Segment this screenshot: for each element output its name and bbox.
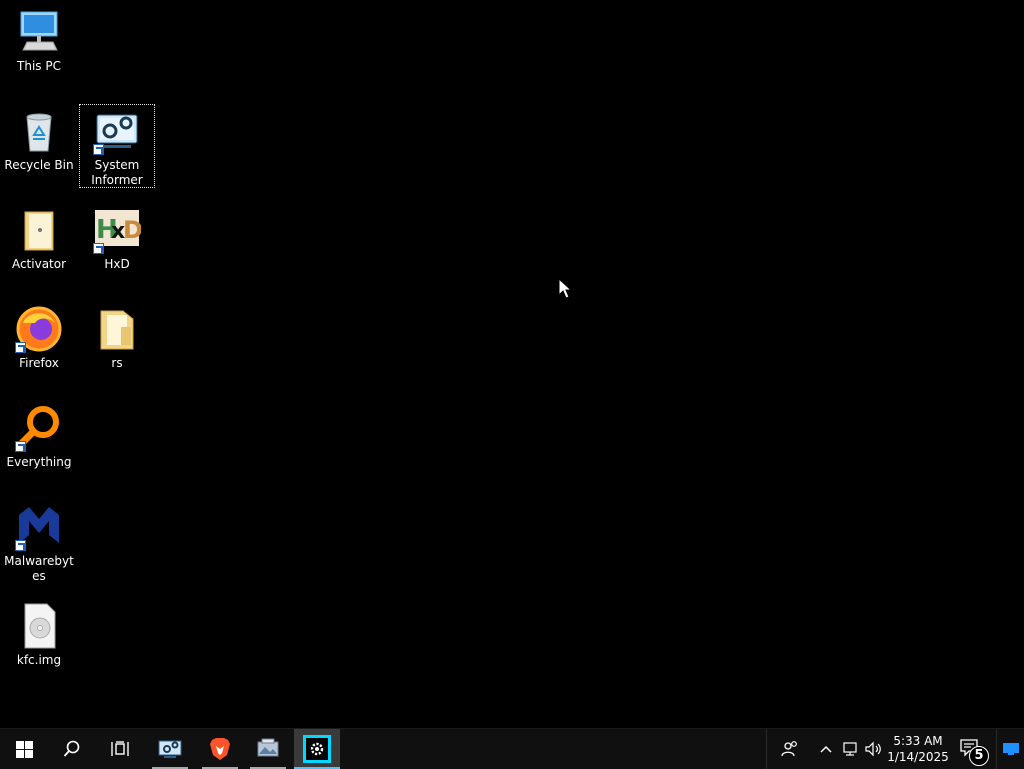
desktop-icon-system-informer[interactable]: System Informer xyxy=(79,104,155,188)
volume-icon xyxy=(865,741,881,757)
desktop[interactable]: This PC Recycle Bin System Informer Acti… xyxy=(0,0,1024,728)
volume-button[interactable] xyxy=(862,729,886,769)
clock-date: 1/14/2025 xyxy=(887,750,949,764)
disc-image-icon xyxy=(15,602,63,650)
desktop-icon-firefox[interactable]: Firefox xyxy=(1,305,77,371)
search-button[interactable] xyxy=(48,729,96,769)
settings-gear-icon xyxy=(303,735,331,763)
shortcut-arrow-icon xyxy=(15,342,26,353)
clock-time: 5:33 AM xyxy=(893,734,943,748)
desktop-icon-rs[interactable]: rs xyxy=(79,305,155,371)
folder-icon xyxy=(93,305,141,353)
start-button[interactable] xyxy=(0,729,48,769)
search-icon xyxy=(63,740,80,757)
show-desktop-icon xyxy=(1003,743,1019,755)
taskbar-app-screenshot-tool[interactable] xyxy=(246,729,290,769)
windows-start-icon xyxy=(15,740,33,758)
taskbar-app-settings[interactable] xyxy=(294,729,340,769)
computer-icon xyxy=(15,8,63,56)
people-icon xyxy=(781,741,797,757)
desktop-icon-this-pc[interactable]: This PC xyxy=(1,8,77,74)
desktop-icon-recycle-bin[interactable]: Recycle Bin xyxy=(1,107,77,173)
screenshot-tool-icon xyxy=(257,738,279,757)
recycle-bin-icon xyxy=(15,107,63,155)
desktop-icon-label: rs xyxy=(111,356,123,370)
task-view-icon xyxy=(111,741,129,756)
clock-button[interactable]: 5:33 AM 1/14/2025 xyxy=(886,729,950,769)
desktop-icon-label: Firefox xyxy=(19,356,59,370)
network-button[interactable] xyxy=(838,729,862,769)
hxd-icon: H x D xyxy=(93,206,143,254)
everything-icon xyxy=(15,404,63,452)
taskbar: 5:33 AM 1/14/2025 5 xyxy=(0,728,1024,769)
desktop-icon-label: System Informer xyxy=(91,158,143,187)
taskbar-app-brave[interactable] xyxy=(198,729,242,769)
network-icon xyxy=(843,742,857,756)
system-informer-icon xyxy=(93,107,141,155)
show-hidden-icons-button[interactable] xyxy=(814,729,838,769)
mouse-cursor-icon xyxy=(558,278,572,299)
desktop-icon-label: Everything xyxy=(6,455,72,469)
desktop-icon-label: This PC xyxy=(17,59,61,73)
shortcut-arrow-icon xyxy=(15,441,26,452)
desktop-icon-kfc-img[interactable]: kfc.img xyxy=(1,602,77,668)
desktop-icon-label: Recycle Bin xyxy=(4,158,74,172)
notification-count-badge: 5 xyxy=(969,746,989,766)
shortcut-arrow-icon xyxy=(15,540,26,551)
folder-icon xyxy=(15,206,63,254)
brave-icon xyxy=(210,738,230,760)
task-view-button[interactable] xyxy=(96,729,144,769)
show-desktop-button[interactable] xyxy=(996,729,1024,769)
svg-text:D: D xyxy=(123,216,141,244)
shortcut-arrow-icon xyxy=(93,144,104,155)
desktop-icon-malwarebytes[interactable]: Malwarebytes xyxy=(1,503,77,584)
chevron-up-icon xyxy=(820,745,832,753)
desktop-icon-hxd[interactable]: H x D HxD xyxy=(79,206,155,272)
desktop-icon-everything[interactable]: Everything xyxy=(1,404,77,470)
desktop-icon-activator[interactable]: Activator xyxy=(1,206,77,272)
malwarebytes-icon xyxy=(15,503,63,551)
shortcut-arrow-icon xyxy=(93,243,104,254)
notification-center-button[interactable]: 5 xyxy=(952,729,992,769)
firefox-icon xyxy=(15,305,63,353)
system-informer-icon xyxy=(158,740,182,758)
people-button[interactable] xyxy=(766,729,813,769)
desktop-icon-label: Activator xyxy=(11,257,67,271)
desktop-icon-label: Malwarebytes xyxy=(4,554,74,583)
taskbar-app-system-informer[interactable] xyxy=(148,729,192,769)
desktop-icon-label: kfc.img xyxy=(16,653,62,667)
desktop-icon-label: HxD xyxy=(104,257,130,271)
